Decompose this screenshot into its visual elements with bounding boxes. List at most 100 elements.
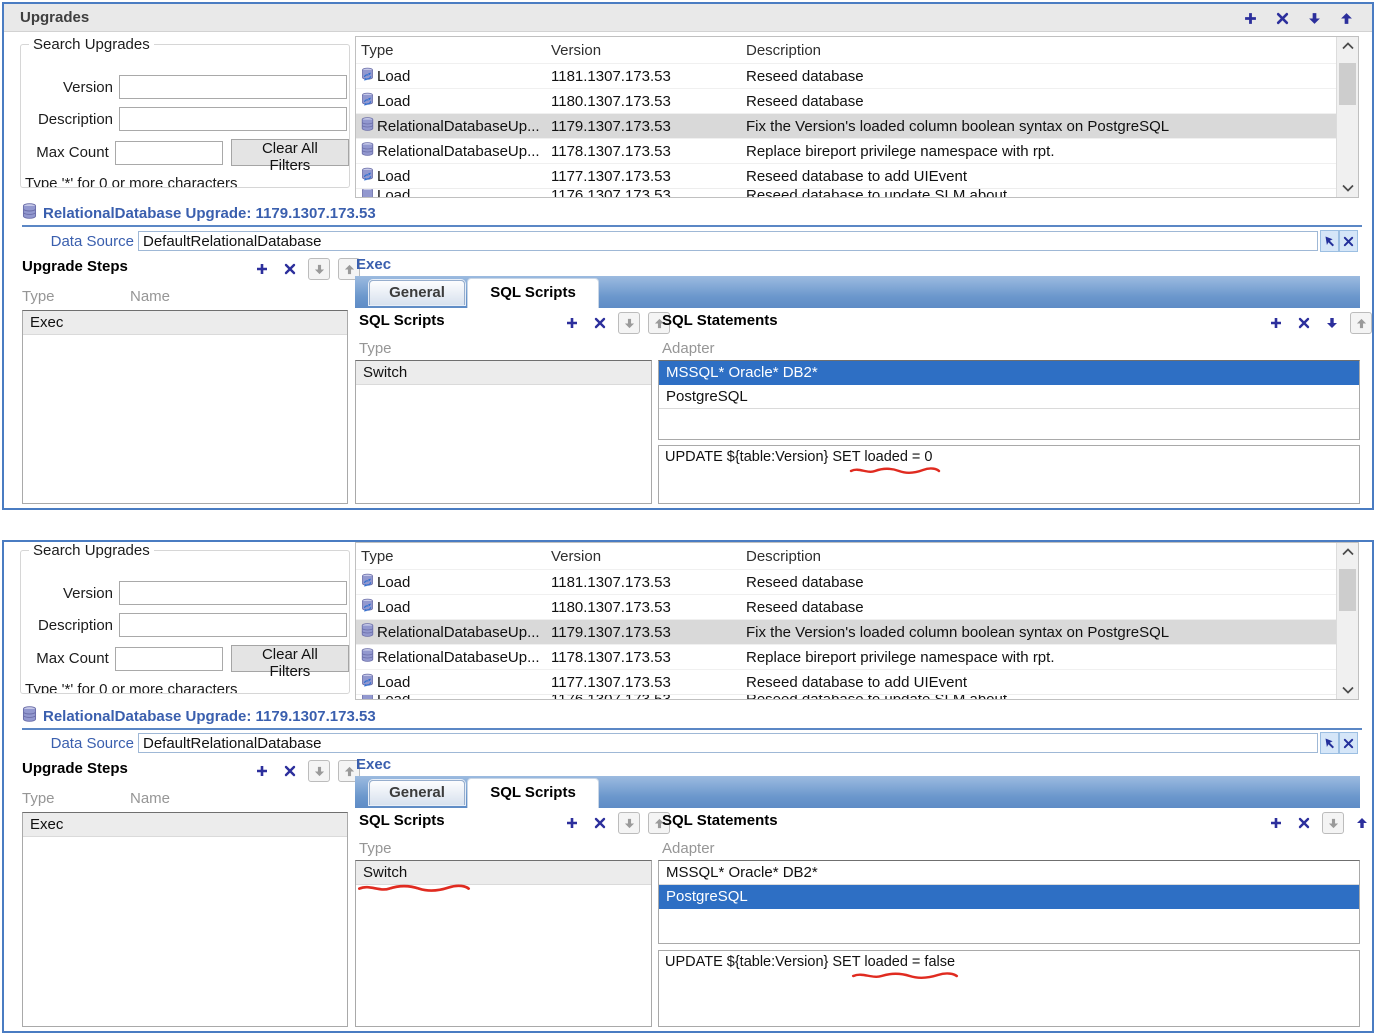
table-row-clipped[interactable]: Load 1176.1307.173.53 Reseed database to… [356,188,1358,198]
table-row-selected[interactable]: RelationalDatabaseUp... 1179.1307.173.53… [356,619,1358,644]
tab-sql-scripts[interactable]: SQL Scripts [467,278,599,308]
move-down-button[interactable] [618,312,640,334]
move-down-button[interactable] [1322,812,1344,834]
move-up-button[interactable] [1336,8,1356,28]
scrollbar-thumb[interactable] [1339,569,1356,611]
table-row[interactable]: Load 1181.1307.173.53 Reseed database [356,569,1358,594]
remove-button[interactable] [590,313,610,333]
database-icon [361,117,374,135]
sql-scripts-columns: Type [359,840,392,857]
table-row[interactable]: Load 1177.1307.173.53 Reseed database to… [356,163,1358,188]
version-input[interactable] [119,75,347,99]
sql-statements-columns: Adapter [662,340,715,357]
move-down-button[interactable] [618,812,640,834]
table-row[interactable]: Load 1177.1307.173.53 Reseed database to… [356,669,1358,694]
table-row[interactable]: RelationalDatabaseUp... 1178.1307.173.53… [356,644,1358,669]
table-row[interactable]: Load 1181.1307.173.53 Reseed database [356,63,1358,88]
chevron-down-icon[interactable] [1337,686,1358,694]
remove-button[interactable] [1294,813,1314,833]
sql-statement-editor[interactable]: UPDATE ${table:Version} SET loaded = 0 [658,445,1360,504]
move-down-button[interactable] [308,258,330,280]
add-button[interactable] [562,813,582,833]
search-upgrades-legend: Search Upgrades [29,36,154,53]
max-count-input[interactable] [115,647,223,671]
clear-all-filters-button[interactable]: Clear All Filters [231,139,349,166]
move-down-button[interactable] [1322,313,1342,333]
tab-bar: General SQL Scripts [355,776,1360,808]
sql-script-row[interactable]: Switch [356,361,651,385]
remove-button[interactable] [280,259,300,279]
tab-sql-scripts[interactable]: SQL Scripts [467,778,599,808]
database-sync-icon [361,694,374,700]
search-upgrades-legend: Search Upgrades [29,542,154,559]
data-source-label: Data Source [50,233,134,250]
add-button[interactable] [1240,8,1260,28]
upgrade-steps-toolbar [252,258,360,280]
detail-title: RelationalDatabase Upgrade: 1179.1307.17… [22,203,376,223]
sql-script-row[interactable]: Switch [356,861,651,885]
remove-button[interactable] [280,761,300,781]
database-sync-icon [361,573,374,591]
chevron-down-icon[interactable] [1337,184,1358,192]
table-row[interactable]: RelationalDatabaseUp... 1178.1307.173.53… [356,138,1358,163]
remove-button[interactable] [590,813,610,833]
move-down-button[interactable] [308,760,330,782]
upgrade-step-row[interactable]: Exec [23,813,347,837]
cursor-arrow-icon[interactable] [1320,230,1339,252]
data-source-field[interactable]: DefaultRelationalDatabase [138,733,1318,753]
max-count-label: Max Count [21,144,109,161]
clear-all-filters-button[interactable]: Clear All Filters [231,645,349,672]
table-row-selected[interactable]: RelationalDatabaseUp... 1179.1307.173.53… [356,113,1358,138]
adapter-row-selected[interactable]: MSSQL* Oracle* DB2* [659,361,1359,385]
exec-label: Exec [356,756,391,773]
chevron-up-icon[interactable] [1337,548,1358,556]
adapter-row[interactable]: PostgreSQL [659,385,1359,409]
add-button[interactable] [562,313,582,333]
add-button[interactable] [1266,813,1286,833]
table-row[interactable]: Load 1180.1307.173.53 Reseed database [356,88,1358,113]
table-row[interactable]: Load 1180.1307.173.53 Reseed database [356,594,1358,619]
sql-statements-toolbar [1266,812,1372,834]
clear-data-source-icon[interactable] [1339,732,1358,754]
sql-statement-editor[interactable]: UPDATE ${table:Version} SET loaded = fal… [658,950,1360,1027]
description-input[interactable] [119,107,347,131]
move-up-button[interactable] [1350,312,1372,334]
search-upgrades-group: Search Upgrades Version Description Max … [20,542,350,694]
data-source-field[interactable]: DefaultRelationalDatabase [138,231,1318,251]
move-down-button[interactable] [1304,8,1324,28]
scrollbar-thumb[interactable] [1339,63,1356,105]
adapter-row[interactable]: MSSQL* Oracle* DB2* [659,861,1359,885]
add-button[interactable] [252,761,272,781]
tab-general[interactable]: General [369,780,465,805]
version-input[interactable] [119,581,347,605]
remove-button[interactable] [1272,8,1292,28]
data-source-row: Data Source DefaultRelationalDatabase [50,230,1358,252]
adapter-row-selected[interactable]: PostgreSQL [659,885,1359,909]
remove-button[interactable] [1294,313,1314,333]
description-input[interactable] [119,613,347,637]
move-up-button[interactable] [1352,813,1372,833]
database-icon [361,648,374,666]
table-row-clipped[interactable]: Load 1176.1307.173.53 Reseed database to… [356,694,1358,700]
database-sync-icon [361,167,374,185]
upgrades-panel-top: Upgrades Search Upgrades Version Descrip… [2,2,1374,510]
chevron-up-icon[interactable] [1337,42,1358,50]
clear-data-source-icon[interactable] [1339,230,1358,252]
col-description: Description [746,548,1358,565]
cursor-arrow-icon[interactable] [1320,732,1339,754]
upgrade-steps-list: Exec [22,812,348,1027]
table-scrollbar[interactable] [1336,543,1358,699]
table-scrollbar[interactable] [1336,37,1358,197]
sql-scripts-title: SQL Scripts [359,812,445,829]
description-label: Description [21,617,113,634]
max-count-input[interactable] [115,141,223,165]
tab-bar: General SQL Scripts [355,276,1360,308]
col-description: Description [746,42,1358,59]
add-button[interactable] [1266,313,1286,333]
upgrade-step-row[interactable]: Exec [23,311,347,335]
wildcard-hint-1: Type '*' for 0 or more characters [25,175,237,188]
add-button[interactable] [252,259,272,279]
adapter-list: MSSQL* Oracle* DB2* PostgreSQL [658,860,1360,944]
database-sync-icon [361,673,374,691]
tab-general[interactable]: General [369,280,465,305]
